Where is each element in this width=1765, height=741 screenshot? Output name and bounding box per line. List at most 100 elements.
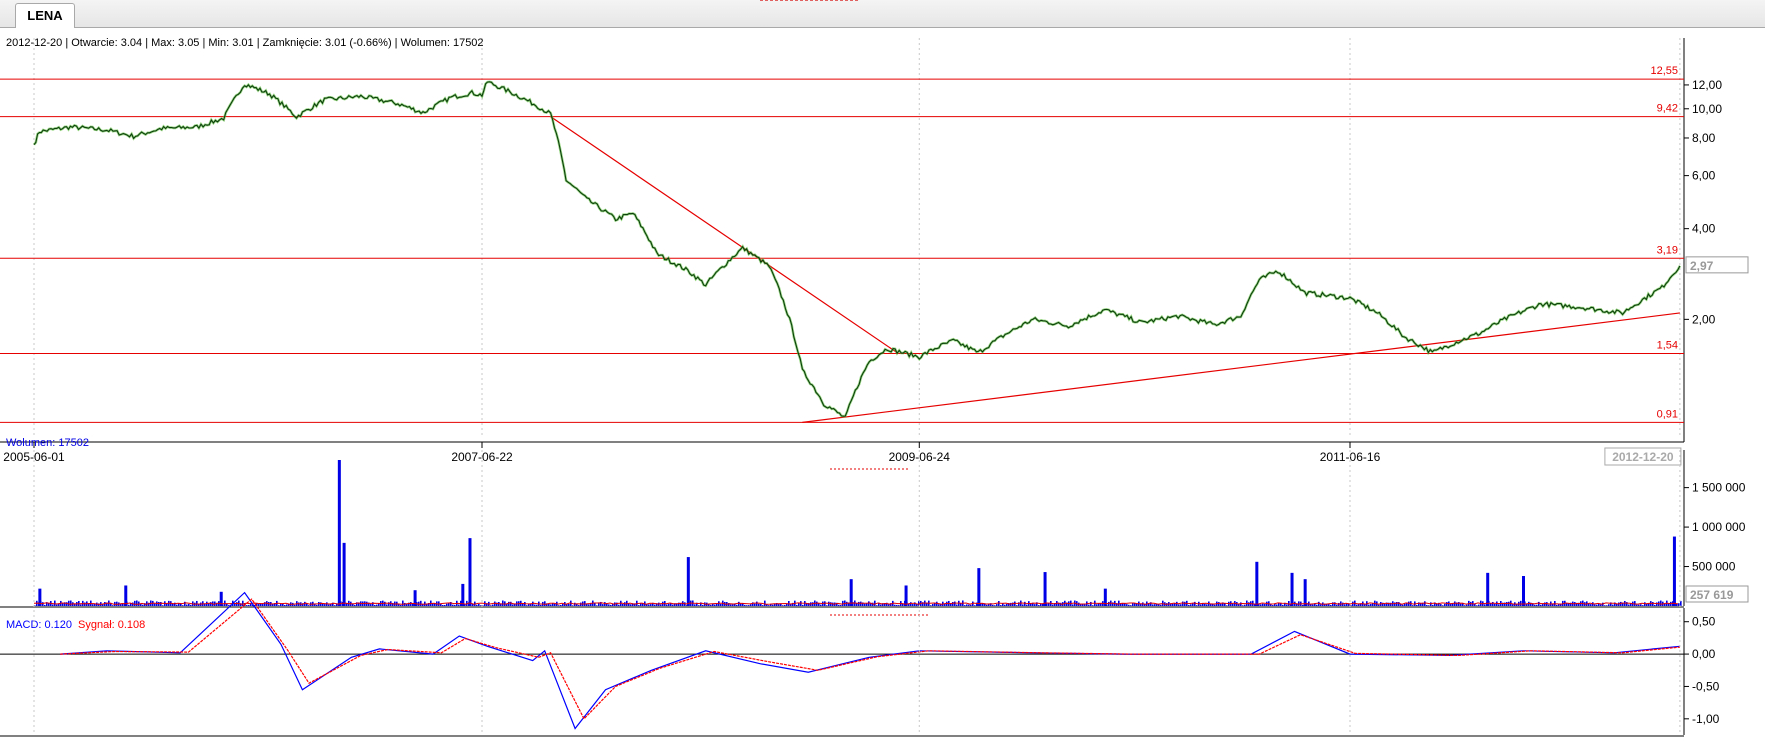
volume-bar <box>702 604 704 606</box>
volume-bar <box>1548 604 1550 606</box>
volume-bar <box>448 603 450 606</box>
volume-bar <box>502 600 504 606</box>
volume-bar <box>320 602 322 606</box>
volume-bar <box>660 604 662 606</box>
volume-bar <box>954 601 956 606</box>
level-label: 1,54 <box>1657 340 1678 352</box>
volume-bar <box>1320 604 1322 606</box>
volume-bar <box>876 605 878 606</box>
volume-bar <box>778 604 780 606</box>
volume-bar <box>784 604 786 606</box>
volume-bar <box>1460 603 1462 606</box>
volume-bar <box>182 605 184 606</box>
volume-bar <box>754 603 756 606</box>
volume-bar <box>1538 601 1540 606</box>
volume-bar <box>1534 604 1536 606</box>
volume-bar <box>816 601 818 606</box>
volume-bar <box>898 605 900 606</box>
volume-bar <box>826 605 828 606</box>
volume-bar <box>1282 604 1284 606</box>
volume-bar <box>1430 602 1432 606</box>
volume-bar <box>1596 604 1598 606</box>
volume-spike-bar <box>977 568 981 606</box>
volume-bar <box>534 604 536 606</box>
volume-bar <box>1154 604 1156 606</box>
volume-bar <box>730 604 732 606</box>
macd-tick-label: 0,50 <box>1692 615 1716 629</box>
trendline <box>802 312 1680 423</box>
volume-bar <box>764 600 766 606</box>
volume-bar <box>1126 604 1128 606</box>
volume-bar <box>522 603 524 606</box>
volume-bar <box>1220 603 1222 606</box>
volume-bar <box>1080 604 1082 606</box>
volume-bar <box>186 604 188 606</box>
price-tick-label: 2,00 <box>1692 312 1716 326</box>
volume-bar <box>666 604 668 606</box>
macd-tick-label: -1,00 <box>1692 712 1720 726</box>
volume-bar <box>178 603 180 606</box>
volume-bar <box>1188 604 1190 606</box>
volume-bar <box>1160 604 1162 606</box>
volume-bar <box>452 604 454 606</box>
volume-bar <box>162 605 164 606</box>
level-label: 12,55 <box>1650 65 1678 77</box>
volume-bar <box>648 604 650 606</box>
volume-bar <box>1052 604 1054 606</box>
volume-spike-bar <box>337 460 341 606</box>
volume-bar <box>1444 603 1446 606</box>
volume-bar <box>1464 605 1466 606</box>
volume-bar <box>42 602 44 606</box>
volume-bar <box>750 604 752 606</box>
volume-bar <box>190 604 192 606</box>
volume-bar <box>622 603 624 606</box>
volume-bar <box>1196 605 1198 606</box>
ohlc-info-line: 2012-12-20 | Otwarcie: 3.04 | Max: 3.05 … <box>6 37 484 49</box>
volume-bar <box>1072 604 1074 606</box>
volume-bar <box>308 605 310 606</box>
volume-bar <box>420 600 422 606</box>
volume-bar <box>568 603 570 606</box>
volume-bar <box>278 605 280 606</box>
volume-bar <box>758 603 760 606</box>
volume-bar <box>770 604 772 606</box>
volume-bar <box>154 603 156 606</box>
tab-lena[interactable]: LENA <box>15 3 75 28</box>
volume-bar <box>888 604 890 606</box>
volume-bar <box>610 604 612 606</box>
volume-bar <box>158 602 160 606</box>
volume-bar <box>280 604 282 606</box>
volume-bar <box>1194 601 1196 606</box>
volume-bar <box>970 604 972 606</box>
volume-bar <box>454 604 456 606</box>
volume-bar <box>992 604 994 606</box>
volume-bar <box>1016 605 1018 606</box>
volume-bar <box>748 605 750 606</box>
volume-bar <box>354 604 356 606</box>
volume-bar <box>994 605 996 606</box>
volume-bar <box>1302 604 1304 606</box>
volume-bar <box>328 604 330 606</box>
volume-bar <box>228 605 230 606</box>
volume-bar <box>478 603 480 606</box>
volume-bar <box>714 604 716 606</box>
volume-bar <box>458 604 460 606</box>
volume-bar <box>492 604 494 606</box>
volume-spike-bar <box>1290 572 1294 606</box>
volume-bar <box>932 603 934 606</box>
volume-bar <box>638 605 640 606</box>
stock-chart[interactable]: 2012-12-20 | Otwarcie: 3.04 | Max: 3.05 … <box>0 28 1765 741</box>
current-date-label: 2012-12-20 <box>1612 450 1674 464</box>
volume-bar <box>402 600 404 606</box>
trendline <box>550 116 899 355</box>
volume-tick-label: 1 500 000 <box>1692 481 1746 495</box>
volume-bar <box>966 604 968 606</box>
volume-bar <box>540 604 542 606</box>
volume-bar <box>974 605 976 606</box>
price-tick-label: 6,00 <box>1692 169 1716 183</box>
volume-bar <box>1232 603 1234 606</box>
volume-bar <box>1458 602 1460 606</box>
volume-bar <box>1566 603 1568 606</box>
volume-bar <box>1384 603 1386 606</box>
volume-bar <box>316 604 318 606</box>
